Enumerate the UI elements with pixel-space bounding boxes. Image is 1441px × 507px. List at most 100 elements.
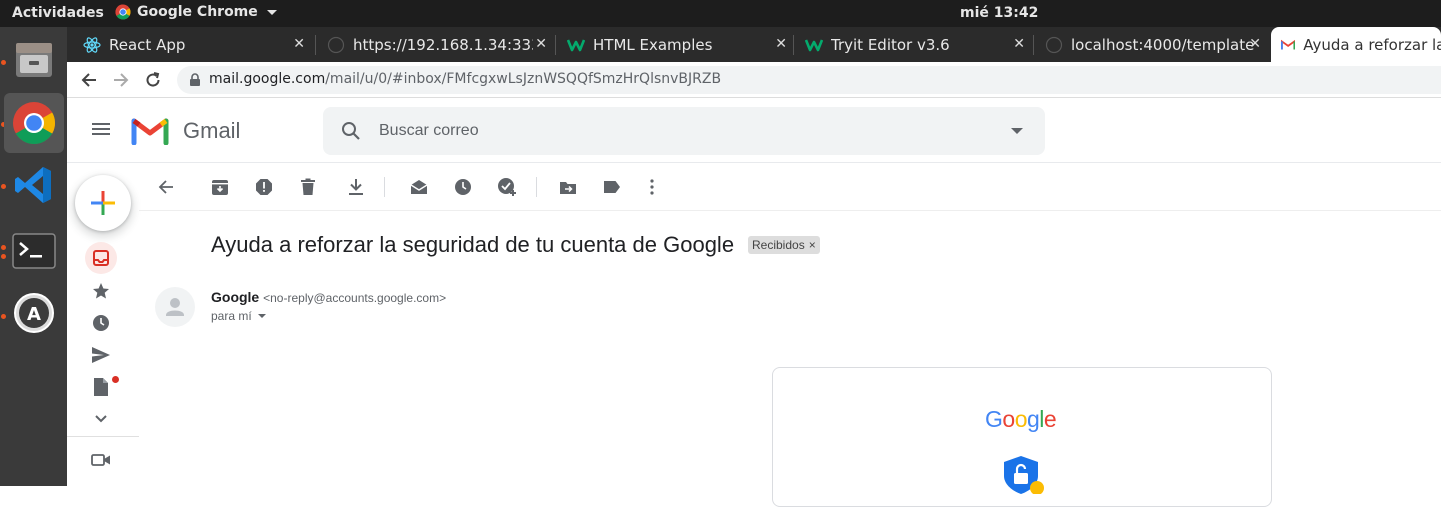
close-tab-icon[interactable]: ✕ (775, 36, 787, 52)
reload-icon (146, 72, 160, 87)
sender-avatar[interactable] (155, 287, 195, 327)
tab-react-app[interactable]: React App ✕ (73, 27, 313, 62)
globe-icon (327, 36, 345, 53)
sender-email: <no-reply@accounts.google.com> (263, 291, 447, 305)
close-tab-icon[interactable]: ✕ (1249, 36, 1261, 52)
tab-https-server[interactable]: https://192.168.1.34:3333 ✕ (317, 27, 555, 62)
address-bar[interactable]: mail.google.com/mail/u/0/#inbox/FMfcgxwL… (177, 66, 1441, 94)
menu-icon[interactable] (91, 121, 111, 137)
person-icon (166, 298, 184, 316)
search-bar[interactable] (323, 107, 1045, 155)
recipient-details[interactable]: para mí (211, 309, 266, 323)
rail-divider (67, 436, 139, 437)
gmail-brand-text: Gmail (183, 118, 241, 143)
close-tab-icon[interactable]: ✕ (535, 36, 547, 52)
lock-icon[interactable] (189, 73, 201, 87)
app-name: Google Chrome (137, 4, 258, 20)
gmail-header: Gmail (67, 99, 1441, 163)
tab-gmail-active[interactable]: Ayuda a reforzar la s (1271, 27, 1441, 62)
dock: A (0, 27, 67, 486)
video-camera-icon (91, 454, 110, 466)
close-tab-icon[interactable]: ✕ (1013, 36, 1025, 52)
close-tab-icon[interactable]: ✕ (293, 36, 305, 52)
chevron-down-icon (266, 9, 277, 15)
tab-label: localhost:4000/template (1071, 35, 1255, 54)
archive-button[interactable] (208, 175, 232, 199)
tab-label: Ayuda a reforzar la s (1303, 35, 1441, 54)
star-icon (93, 283, 109, 299)
labels-button[interactable] (600, 175, 624, 199)
reload-button[interactable] (141, 68, 165, 92)
snooze-button[interactable] (451, 175, 475, 199)
report-spam-button[interactable] (252, 175, 276, 199)
report-spam-icon (256, 179, 272, 195)
w3schools-icon (805, 39, 823, 51)
mark-unread-button[interactable] (407, 175, 431, 199)
url-text: mail.google.com/mail/u/0/#inbox/FMfcgxwL… (209, 71, 721, 87)
url-host: mail.google.com (209, 71, 326, 87)
search-options-chevron-icon[interactable] (1011, 128, 1023, 134)
download-button[interactable] (344, 175, 368, 199)
sent-nav[interactable] (89, 343, 113, 367)
search-input[interactable] (379, 119, 979, 143)
clock-icon (93, 315, 109, 331)
tab-label: HTML Examples (593, 35, 713, 54)
draft-icon (94, 378, 108, 396)
os-top-bar: Actividades Google Chrome mié 13:42 (0, 0, 1441, 27)
app-menu[interactable]: Google Chrome (115, 4, 277, 20)
delete-button[interactable] (296, 175, 320, 199)
clock-icon (455, 179, 471, 195)
tab-label: React App (109, 35, 186, 54)
add-to-tasks-button[interactable] (495, 175, 519, 199)
starred-nav[interactable] (89, 279, 113, 303)
more-nav[interactable] (89, 407, 113, 431)
remove-label-icon[interactable]: × (809, 238, 816, 252)
back-button[interactable] (77, 68, 101, 92)
archive-icon (212, 180, 228, 195)
send-icon (92, 347, 110, 363)
snoozed-nav[interactable] (89, 311, 113, 335)
browser-toolbar: mail.google.com/mail/u/0/#inbox/FMfcgxwL… (67, 62, 1441, 98)
sender-line: Google <no-reply@accounts.google.com> (211, 289, 446, 305)
terminal-icon (12, 233, 56, 269)
clock[interactable]: mié 13:42 (960, 5, 1038, 21)
gmail-logo-icon[interactable] (131, 115, 169, 145)
browser-tab-strip: React App ✕ https://192.168.1.34:3333 ✕ … (67, 27, 1441, 62)
label-icon (604, 181, 620, 193)
w3schools-icon (567, 39, 585, 51)
dock-terminal[interactable] (4, 221, 64, 281)
move-to-button[interactable] (556, 175, 580, 199)
dock-chrome[interactable] (4, 93, 64, 153)
sender-name[interactable]: Google (211, 289, 259, 305)
forward-button[interactable] (109, 68, 133, 92)
dock-vscode[interactable] (4, 155, 64, 215)
chevron-down-icon[interactable] (257, 314, 266, 318)
tab-localhost-template[interactable]: localhost:4000/template ✕ (1035, 27, 1269, 62)
meet-nav[interactable] (89, 448, 113, 472)
software-updater-icon: A (14, 293, 54, 333)
dock-software-updater[interactable]: A (4, 283, 64, 343)
tab-tryit-editor[interactable]: Tryit Editor v3.6 ✕ (795, 27, 1033, 62)
arrow-left-icon (158, 180, 173, 194)
tab-label: Tryit Editor v3.6 (831, 35, 950, 54)
activities-button[interactable]: Actividades (12, 5, 104, 21)
inbox-icon (93, 250, 109, 266)
globe-icon (1045, 36, 1063, 53)
drafts-nav[interactable] (89, 375, 113, 399)
more-options-button[interactable] (640, 175, 664, 199)
compose-button[interactable] (75, 175, 131, 231)
back-to-inbox-button[interactable] (154, 175, 178, 199)
more-vert-icon (650, 179, 654, 195)
email-subject: Ayuda a reforzar la seguridad de tu cuen… (211, 232, 735, 257)
dock-files[interactable] (4, 29, 64, 89)
arrow-right-icon (114, 73, 129, 87)
search-icon[interactable] (339, 119, 363, 143)
tab-html-examples[interactable]: HTML Examples ✕ (557, 27, 795, 62)
label-chip[interactable]: Recibidos × (748, 236, 820, 254)
recipient-text: para mí (211, 309, 252, 323)
tab-divider (555, 35, 556, 55)
trash-icon (301, 178, 315, 195)
chrome-icon (13, 102, 56, 145)
inbox-nav[interactable] (85, 242, 117, 274)
move-to-folder-icon (560, 182, 576, 194)
